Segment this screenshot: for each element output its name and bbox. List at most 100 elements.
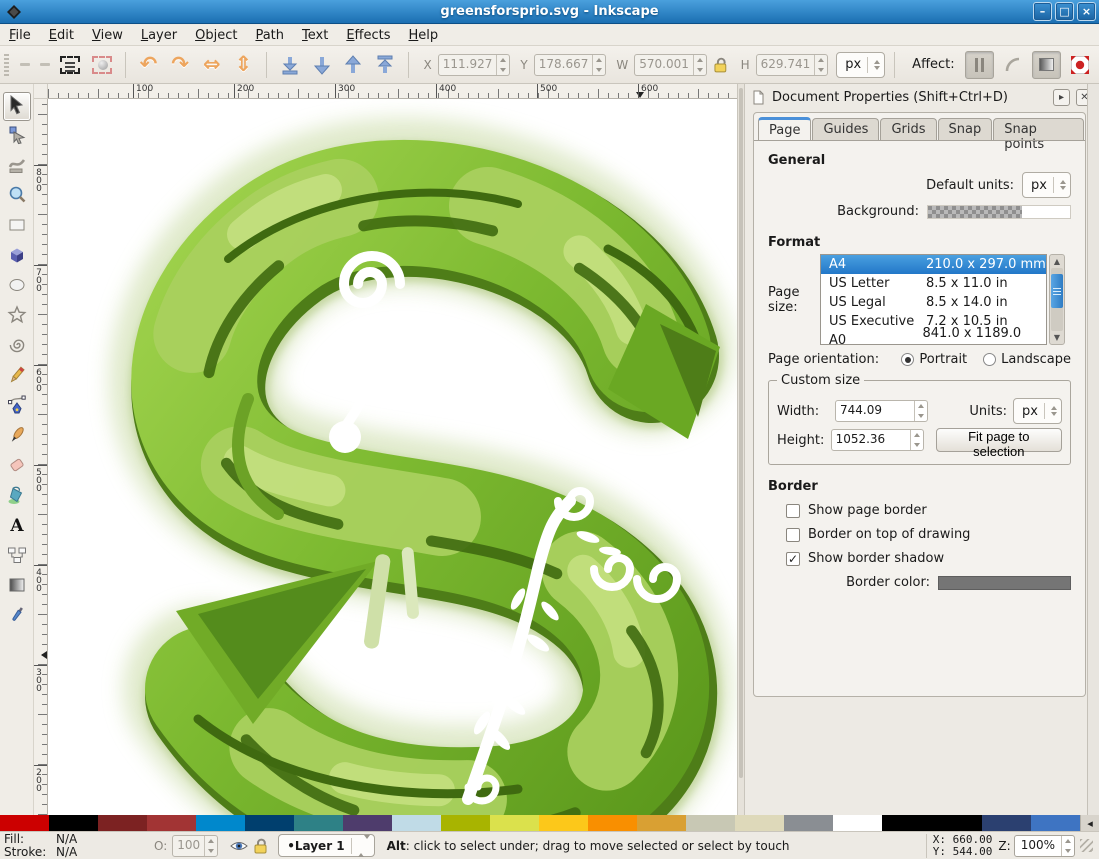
tool-gradient[interactable] xyxy=(3,572,31,601)
palette-swatch[interactable] xyxy=(441,815,490,831)
tool-selector[interactable] xyxy=(3,92,31,121)
tool-eraser[interactable] xyxy=(3,452,31,481)
border-color-swatch[interactable] xyxy=(938,576,1071,590)
tool-tweak[interactable] xyxy=(3,152,31,181)
flip-horizontal-button[interactable]: ⇔ xyxy=(198,51,226,79)
scroll-up-icon[interactable]: ▲ xyxy=(1050,255,1064,268)
menu-item-help[interactable]: Help xyxy=(400,26,448,45)
rotate-ccw-button[interactable]: ↶ xyxy=(135,51,163,79)
checkbox-show-page-border[interactable] xyxy=(786,504,800,518)
palette-swatch[interactable] xyxy=(637,815,686,831)
tool-3d-box[interactable] xyxy=(3,242,31,271)
deselect-button[interactable] xyxy=(88,51,116,79)
menu-item-layer[interactable]: Layer xyxy=(132,26,186,45)
palette-swatch[interactable] xyxy=(49,815,98,831)
close-button[interactable]: × xyxy=(1077,2,1096,21)
affect-move-gradients-toggle[interactable] xyxy=(965,51,995,79)
default-units-combo[interactable]: px xyxy=(1022,172,1071,198)
menu-item-path[interactable]: Path xyxy=(246,26,293,45)
menu-item-view[interactable]: View xyxy=(83,26,132,45)
tab-snap-points[interactable]: Snap points xyxy=(993,118,1084,141)
canvas-vertical-scrollbar[interactable] xyxy=(737,84,745,815)
canvas[interactable] xyxy=(48,99,737,815)
tool-rectangle[interactable] xyxy=(3,212,31,241)
palette-swatch[interactable] xyxy=(98,815,147,831)
window-resize-grip[interactable] xyxy=(1080,839,1093,852)
palette-swatch[interactable] xyxy=(196,815,245,831)
raise-to-top-button[interactable] xyxy=(371,51,399,79)
tool-spiral[interactable] xyxy=(3,332,31,361)
width-field[interactable]: 744.09 xyxy=(835,400,928,422)
custom-units-combo[interactable]: px xyxy=(1013,398,1062,424)
landscape-radio[interactable] xyxy=(983,353,996,366)
units-combo[interactable]: px xyxy=(836,52,885,78)
affect-gradient-toggle[interactable] xyxy=(1032,51,1062,79)
page-size-row[interactable]: US Letter8.5 x 11.0 in xyxy=(821,274,1046,293)
palette-swatch[interactable] xyxy=(294,815,343,831)
palette-swatch[interactable] xyxy=(490,815,539,831)
layer-visibility-eye-icon[interactable] xyxy=(229,836,249,856)
page-size-row[interactable]: A4210.0 x 297.0 mm xyxy=(821,255,1046,274)
lower-to-bottom-button[interactable] xyxy=(276,51,304,79)
menu-item-effects[interactable]: Effects xyxy=(337,26,399,45)
palette-swatch[interactable] xyxy=(982,815,1031,831)
horizontal-ruler[interactable]: 100200300400500600 xyxy=(48,84,737,99)
palette-swatch[interactable] xyxy=(686,815,735,831)
palette-swatch[interactable] xyxy=(392,815,441,831)
palette-swatch[interactable] xyxy=(147,815,196,831)
page-size-row[interactable]: US Legal8.5 x 14.0 in xyxy=(821,293,1046,312)
maximize-button[interactable]: □ xyxy=(1055,2,1074,21)
opacity-field[interactable]: 100 xyxy=(172,835,218,857)
scroll-down-icon[interactable]: ▼ xyxy=(1050,331,1064,344)
layer-lock-icon[interactable] xyxy=(251,836,271,856)
tool-connector[interactable] xyxy=(3,542,31,571)
raise-button[interactable] xyxy=(339,51,367,79)
affect-corners-toggle[interactable] xyxy=(998,51,1028,79)
page-size-row[interactable]: A0841.0 x 1189.0 mm xyxy=(821,331,1046,345)
page-size-scrollbar[interactable]: ▲ ▼ xyxy=(1049,254,1065,345)
palette-scroll-left-icon[interactable]: ◂ xyxy=(1080,815,1099,831)
tool-calligraphy[interactable] xyxy=(3,422,31,451)
minimize-button[interactable]: – xyxy=(1033,2,1052,21)
palette-swatch[interactable] xyxy=(539,815,588,831)
page-size-list[interactable]: A4210.0 x 297.0 mmUS Letter8.5 x 11.0 in… xyxy=(820,254,1047,345)
height-field[interactable]: 1052.36 xyxy=(831,429,924,451)
vertical-ruler[interactable]: 800700600500400300200 xyxy=(34,99,48,815)
tab-guides[interactable]: Guides xyxy=(812,118,879,141)
palette-swatch[interactable] xyxy=(882,815,982,831)
w-field[interactable]: 570.001 xyxy=(634,54,707,76)
layer-selector[interactable]: •Layer 1 xyxy=(278,834,374,857)
fit-page-button[interactable]: Fit page to selection xyxy=(936,428,1062,452)
flip-vertical-button[interactable]: ⇕ xyxy=(230,51,258,79)
palette-swatch[interactable] xyxy=(343,815,392,831)
palette-swatch[interactable] xyxy=(1031,815,1080,831)
tool-star[interactable] xyxy=(3,302,31,331)
palette-swatch[interactable] xyxy=(0,815,49,831)
h-field[interactable]: 629.741 xyxy=(756,54,829,76)
lower-button[interactable] xyxy=(308,51,336,79)
tool-pencil[interactable] xyxy=(3,362,31,391)
tab-snap[interactable]: Snap xyxy=(938,118,993,141)
tool-zoom[interactable] xyxy=(3,182,31,211)
palette-swatch[interactable] xyxy=(735,815,784,831)
background-color-swatch[interactable] xyxy=(927,205,1071,219)
stroke-value[interactable]: N/A xyxy=(56,846,148,859)
y-field[interactable]: 178.667 xyxy=(534,54,607,76)
menu-item-text[interactable]: Text xyxy=(293,26,337,45)
panel-expand-button[interactable]: ▸ xyxy=(1053,89,1070,106)
fill-value[interactable]: N/A xyxy=(56,833,148,846)
x-field[interactable]: 111.927 xyxy=(438,54,511,76)
tool-ellipse[interactable] xyxy=(3,272,31,301)
lock-ratio-icon[interactable] xyxy=(711,55,731,75)
palette-swatch[interactable] xyxy=(833,815,882,831)
palette-swatch[interactable] xyxy=(588,815,637,831)
menu-item-edit[interactable]: Edit xyxy=(40,26,83,45)
tab-page[interactable]: Page xyxy=(758,117,811,140)
select-all-button[interactable] xyxy=(57,51,85,79)
tool-text[interactable]: A xyxy=(3,512,31,541)
scrollbar-thumb[interactable] xyxy=(1051,274,1063,308)
menu-item-file[interactable]: File xyxy=(0,26,40,45)
palette-swatch[interactable] xyxy=(784,815,833,831)
tool-dropper[interactable] xyxy=(3,602,31,631)
tool-node-editor[interactable] xyxy=(3,122,31,151)
